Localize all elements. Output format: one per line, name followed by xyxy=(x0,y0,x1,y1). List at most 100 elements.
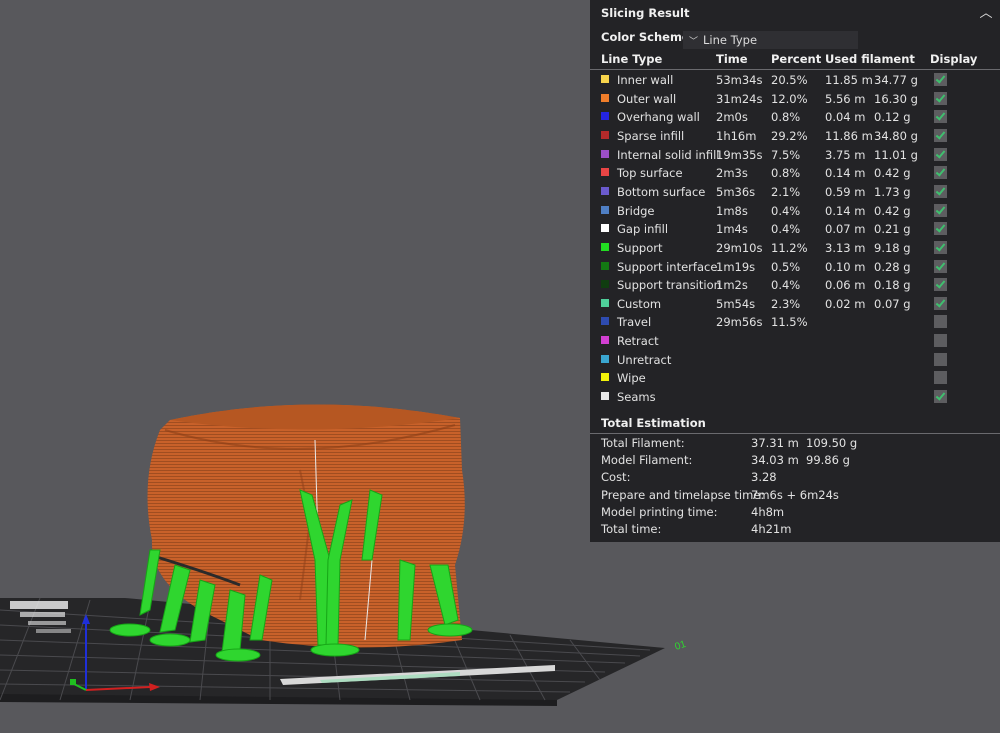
chevron-down-icon: ﹀ xyxy=(689,37,699,47)
line-type-color-swatch xyxy=(601,205,609,214)
filament-length: 3.75 m xyxy=(825,147,866,162)
table-row: Seams xyxy=(590,388,1000,406)
line-type-name: Unretract xyxy=(617,352,672,367)
filament-weight: 0.18 g xyxy=(874,278,911,293)
time-value: 53m34s xyxy=(716,73,763,87)
line-type-name: Bottom surface xyxy=(617,184,706,199)
display-checkbox[interactable] xyxy=(934,147,947,161)
line-type-color-swatch xyxy=(601,149,609,158)
filament-length: 11.86 m xyxy=(825,128,873,143)
total-row: Total Filament: 37.31 m 109.50 g xyxy=(590,435,1000,452)
line-type-name: Support interface xyxy=(617,259,718,274)
filament-weight: 9.18 g xyxy=(874,240,911,255)
display-checkbox[interactable] xyxy=(934,315,947,329)
color-scheme-select[interactable]: ﹀ Line Type xyxy=(683,31,858,49)
total-row: Cost: 3.28 xyxy=(590,469,1000,486)
display-checkbox[interactable] xyxy=(934,278,947,292)
panel-title: Slicing Result xyxy=(601,6,690,20)
display-checkbox[interactable] xyxy=(934,334,947,348)
total-value-1: 7m6s + 6m24s xyxy=(751,487,839,502)
table-row: Bottom surface 5m36s 2.1% 0.59 m 1.73 g xyxy=(590,183,1000,201)
total-row: Model Filament: 34.03 m 99.86 g xyxy=(590,452,1000,469)
display-checkbox[interactable] xyxy=(934,259,947,273)
percent-value: 0.4% xyxy=(771,278,801,293)
total-label: Cost: xyxy=(601,470,631,485)
line-type-color-swatch xyxy=(601,168,609,177)
collapse-button[interactable]: ︿ xyxy=(978,2,994,21)
filament-weight: 34.77 g xyxy=(874,73,918,87)
display-checkbox[interactable] xyxy=(934,73,947,86)
line-type-color-swatch xyxy=(601,112,609,121)
display-checkbox[interactable] xyxy=(934,110,947,124)
total-label: Total Filament: xyxy=(601,436,685,450)
header-used-filament: Used filament xyxy=(825,52,915,66)
header-divider xyxy=(590,69,1000,70)
display-checkbox[interactable] xyxy=(934,184,947,198)
table-row: Support interface 1m19s 0.5% 0.10 m 0.28 g xyxy=(590,258,1000,276)
display-checkbox[interactable] xyxy=(934,128,947,142)
slicing-result-panel: Slicing Result ︿ Color Scheme ﹀ Line Type… xyxy=(590,0,1000,542)
display-checkbox[interactable] xyxy=(934,240,947,254)
display-checkbox[interactable] xyxy=(934,371,947,385)
line-type-color-swatch xyxy=(601,354,609,363)
filament-length: 3.13 m xyxy=(825,240,866,255)
total-row: Prepare and timelapse time: 7m6s + 6m24s xyxy=(590,487,1000,504)
percent-value: 29.2% xyxy=(771,128,808,143)
percent-value: 0.8% xyxy=(771,110,801,125)
percent-value: 7.5% xyxy=(771,147,801,162)
filament-length: 0.14 m xyxy=(825,166,866,181)
percent-value: 2.1% xyxy=(771,184,801,199)
header-line-type: Line Type xyxy=(601,52,663,66)
time-value: 1m4s xyxy=(716,222,748,237)
table-row: Bridge 1m8s 0.4% 0.14 m 0.42 g xyxy=(590,202,1000,220)
line-type-color-swatch xyxy=(601,93,609,102)
time-value: 5m36s xyxy=(716,184,756,199)
total-value-1: 3.28 xyxy=(751,470,777,485)
total-value-2: 99.86 g xyxy=(806,453,850,468)
display-checkbox[interactable] xyxy=(934,222,947,236)
line-type-name: Top surface xyxy=(617,166,683,181)
line-type-name: Sparse infill xyxy=(617,128,685,143)
line-type-color-swatch xyxy=(601,280,609,289)
line-type-color-swatch xyxy=(601,224,609,233)
table-row: Custom 5m54s 2.3% 0.02 m 0.07 g xyxy=(590,295,1000,313)
line-type-color-swatch xyxy=(601,317,609,326)
display-checkbox[interactable] xyxy=(934,91,947,105)
line-type-color-swatch xyxy=(601,242,609,251)
display-checkbox[interactable] xyxy=(934,166,947,180)
line-type-name: Wipe xyxy=(617,371,646,386)
filament-length: 0.04 m xyxy=(825,110,866,125)
filament-length: 0.02 m xyxy=(825,296,866,311)
filament-weight: 0.28 g xyxy=(874,259,911,274)
filament-weight: 0.42 g xyxy=(874,166,911,181)
filament-weight: 34.80 g xyxy=(874,128,918,143)
filament-length: 0.06 m xyxy=(825,278,866,293)
filament-weight: 1.73 g xyxy=(874,184,911,199)
table-row: Top surface 2m3s 0.8% 0.14 m 0.42 g xyxy=(590,164,1000,182)
color-scheme-value: Line Type xyxy=(703,33,758,47)
percent-value: 0.5% xyxy=(771,259,801,274)
percent-value: 0.4% xyxy=(771,203,801,218)
line-type-color-swatch xyxy=(601,261,609,270)
table-row: Outer wall 31m24s 12.0% 5.56 m 16.30 g xyxy=(590,90,1000,108)
line-type-name: Outer wall xyxy=(617,91,677,106)
table-row: Gap infill 1m4s 0.4% 0.07 m 0.21 g xyxy=(590,220,1000,238)
chevron-up-icon: ︿ xyxy=(979,6,993,21)
line-type-color-swatch xyxy=(601,130,609,139)
display-checkbox[interactable] xyxy=(934,390,947,404)
display-checkbox[interactable] xyxy=(934,352,947,366)
filament-length: 5.56 m xyxy=(825,91,866,106)
line-type-color-swatch xyxy=(601,392,609,401)
display-checkbox[interactable] xyxy=(934,296,947,310)
percent-value: 2.3% xyxy=(771,296,801,311)
total-value-1: 37.31 m xyxy=(751,436,799,450)
line-type-color-swatch xyxy=(601,336,609,345)
table-row: Unretract xyxy=(590,351,1000,369)
header-display: Display xyxy=(930,52,978,66)
time-value: 31m24s xyxy=(716,91,763,106)
line-type-name: Support transition xyxy=(617,278,721,293)
display-checkbox[interactable] xyxy=(934,203,947,217)
time-value: 1h16m xyxy=(716,128,757,143)
header-percent: Percent xyxy=(771,52,822,66)
line-type-name: Custom xyxy=(617,296,662,311)
